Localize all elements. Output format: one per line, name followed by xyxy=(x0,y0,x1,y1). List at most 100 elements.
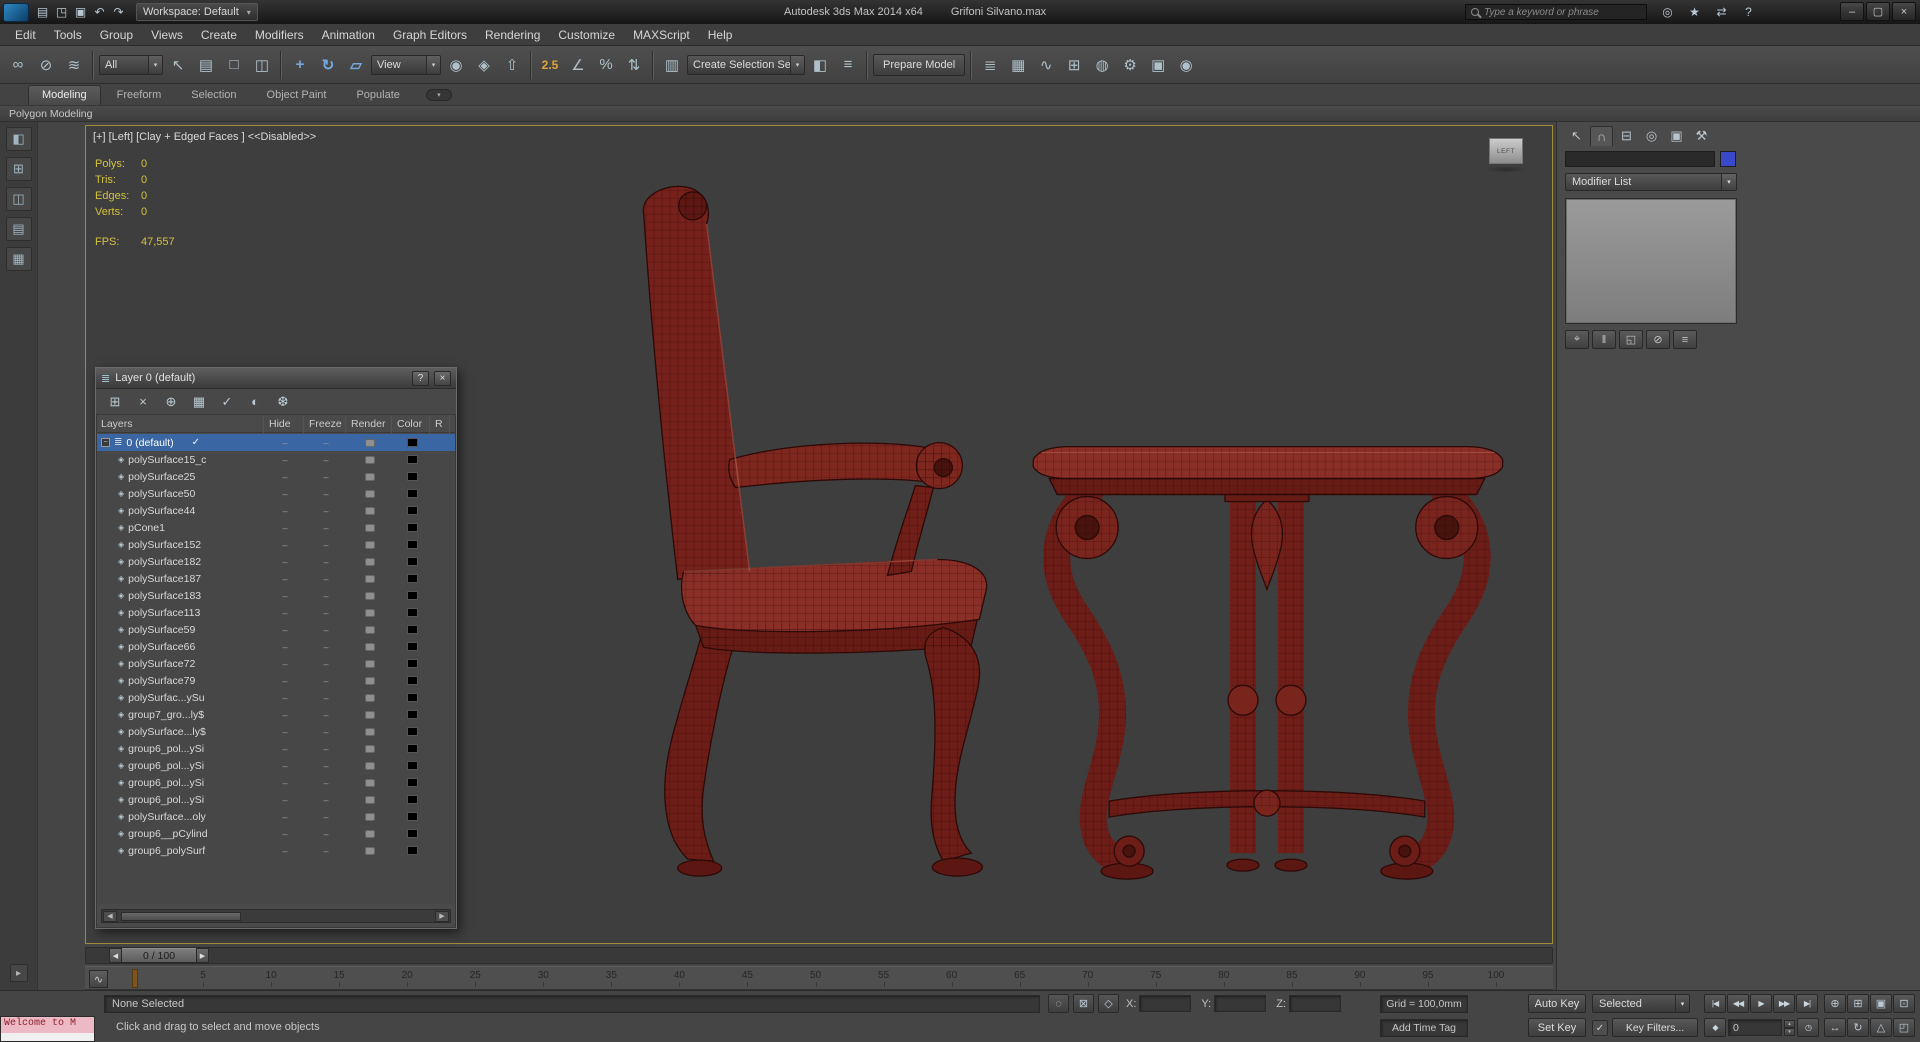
freeze-cell[interactable]: – xyxy=(305,523,347,533)
unlink-selection-icon[interactable]: ⊘ xyxy=(33,52,59,78)
hide-cell[interactable]: – xyxy=(265,693,305,703)
previous-frame-arrow-icon[interactable]: ◀ xyxy=(109,948,122,963)
edit-named-sets-icon[interactable]: ▥ xyxy=(659,52,685,78)
render-cell[interactable] xyxy=(347,778,393,787)
expand-icon[interactable]: − xyxy=(101,438,110,447)
render-cell[interactable] xyxy=(347,744,393,753)
column-header-r[interactable]: R xyxy=(430,414,450,433)
color-cell[interactable] xyxy=(393,574,431,583)
render-cell[interactable] xyxy=(347,455,393,464)
keyboard-override-icon[interactable]: ⇧ xyxy=(499,52,525,78)
hide-cell[interactable]: – xyxy=(265,472,305,482)
dropdown-arrow-icon[interactable]: ▾ xyxy=(148,55,162,74)
freeze-cell[interactable]: – xyxy=(305,727,347,737)
menu-help[interactable]: Help xyxy=(699,25,742,45)
column-header-layers[interactable]: Layers xyxy=(96,414,264,433)
layer-row[interactable]: ◈ polySurface50– – xyxy=(97,485,455,502)
play-animation-icon[interactable]: ▶ xyxy=(1750,994,1772,1013)
freeze-cell[interactable]: – xyxy=(305,693,347,703)
favorites-icon[interactable]: ★ xyxy=(1685,2,1704,21)
freeze-cell[interactable]: – xyxy=(305,659,347,669)
hide-cell[interactable]: – xyxy=(265,591,305,601)
layer-row[interactable]: ◈ polySurfac...ySu – – xyxy=(97,689,455,706)
layer-row[interactable]: ◈ polySurface182– – xyxy=(97,553,455,570)
mini-curve-editor-icon[interactable]: ∿ xyxy=(89,970,108,988)
freeze-cell[interactable]: – xyxy=(305,591,347,601)
hide-cell[interactable]: – xyxy=(265,557,305,567)
layer-list[interactable]: − ≣ 0 (default) ✓ – – ◈ polySurface15_c – – ◈ polyS… xyxy=(97,434,455,904)
layer-row[interactable]: ◈ group6_polySurf – – xyxy=(97,842,455,859)
hide-cell[interactable]: – xyxy=(265,659,305,669)
3dsmax-logo-icon[interactable] xyxy=(3,2,29,22)
freeze-cell[interactable]: – xyxy=(305,455,347,465)
hide-cell[interactable]: – xyxy=(265,489,305,499)
hide-cell[interactable]: – xyxy=(265,744,305,754)
dropdown-arrow-icon[interactable]: ▾ xyxy=(1721,174,1736,190)
motion-tab-icon[interactable]: ◎ xyxy=(1640,126,1663,146)
hide-cell[interactable]: – xyxy=(265,455,305,465)
render-cell[interactable] xyxy=(347,523,393,532)
time-slider-value[interactable]: 0 / 100 xyxy=(122,948,196,963)
color-cell[interactable] xyxy=(393,829,431,838)
layer-row[interactable]: ◈ polySurface113– – xyxy=(97,604,455,621)
zoom-extents-icon[interactable]: ▣ xyxy=(1870,994,1892,1013)
select-object-icon[interactable]: ↖ xyxy=(165,52,191,78)
hide-cell[interactable]: – xyxy=(265,625,305,635)
select-layer-objects-icon[interactable]: ▦ xyxy=(189,392,209,412)
layer-row[interactable]: ◈ polySurface187– – xyxy=(97,570,455,587)
ribbon-tab-selection[interactable]: Selection xyxy=(177,85,250,105)
hide-cell[interactable]: – xyxy=(265,676,305,686)
key-selection-dropdown[interactable]: Selected ▾ xyxy=(1592,994,1690,1013)
layer-row[interactable]: ◈ polySurface...ly$ – – xyxy=(97,723,455,740)
dropdown-arrow-icon[interactable]: ▾ xyxy=(1675,995,1689,1012)
freeze-cell[interactable]: – xyxy=(305,574,347,584)
layer-row[interactable]: ◈ group6_pol...ySi – – xyxy=(97,774,455,791)
render-cell[interactable] xyxy=(347,710,393,719)
close-button[interactable]: × xyxy=(1892,2,1916,21)
freeze-cell[interactable]: – xyxy=(305,608,347,618)
render-cell[interactable] xyxy=(347,829,393,838)
previous-frame-icon[interactable]: ◀◀ xyxy=(1727,994,1749,1013)
menu-rendering[interactable]: Rendering xyxy=(476,25,549,45)
create-tab-icon[interactable]: ↖ xyxy=(1565,126,1588,146)
freeze-cell[interactable]: – xyxy=(305,846,347,856)
bind-to-spacewarp-icon[interactable]: ≋ xyxy=(61,52,87,78)
render-setup-icon[interactable]: ⚙ xyxy=(1117,52,1143,78)
color-cell[interactable] xyxy=(393,846,431,855)
open-file-icon[interactable]: ◳ xyxy=(52,3,71,22)
add-time-tag[interactable]: Add Time Tag xyxy=(1380,1019,1468,1037)
fov-icon[interactable]: △ xyxy=(1870,1018,1892,1037)
current-frame-marker[interactable] xyxy=(132,969,138,988)
freeze-cell[interactable]: – xyxy=(305,642,347,652)
layer-row[interactable]: ◈ group7_gro...ly$ – – xyxy=(97,706,455,723)
dialog-titlebar[interactable]: ≣ Layer 0 (default) ? × xyxy=(96,368,456,389)
freeze-cell[interactable]: – xyxy=(305,778,347,788)
next-frame-arrow-icon[interactable]: ▶ xyxy=(196,948,209,963)
render-cell[interactable] xyxy=(347,642,393,651)
freeze-cell[interactable]: – xyxy=(305,489,347,499)
render-cell[interactable] xyxy=(347,693,393,702)
color-cell[interactable] xyxy=(393,795,431,804)
time-slider-track[interactable] xyxy=(85,947,1553,964)
hide-cell[interactable]: – xyxy=(265,574,305,584)
spinner-up-icon[interactable]: ▴ xyxy=(1784,1019,1795,1028)
layout-maximize-icon[interactable]: ▦ xyxy=(5,247,32,271)
schematic-view-icon[interactable]: ⊞ xyxy=(1061,52,1087,78)
polygon-modeling-panel[interactable]: Polygon Modeling xyxy=(0,106,1920,122)
layer-row[interactable]: ◈ group6__pCylind – – xyxy=(97,825,455,842)
layer-row[interactable]: ◈ polySurface183– – xyxy=(97,587,455,604)
horizontal-scrollbar[interactable]: ◀ ▶ xyxy=(101,909,451,923)
layer-row[interactable]: ◈ polySurface79– – xyxy=(97,672,455,689)
redo-icon[interactable]: ↷ xyxy=(109,3,128,22)
layer-row[interactable]: − ≣ 0 (default) ✓ – – xyxy=(97,434,455,451)
color-cell[interactable] xyxy=(393,591,431,600)
layer-row[interactable]: ◈ group6_pol...ySi – – xyxy=(97,740,455,757)
workspace-dropdown[interactable]: Workspace: Default ▾ xyxy=(136,3,258,21)
left-strip-expand-icon[interactable]: ▸ xyxy=(9,964,28,982)
ribbon-tab-freeform[interactable]: Freeform xyxy=(103,85,176,105)
rect-selection-region-icon[interactable]: □ xyxy=(221,52,247,78)
menu-maxscript[interactable]: MAXScript xyxy=(624,25,699,45)
render-cell[interactable] xyxy=(347,472,393,481)
communication-center-icon[interactable]: ◎ xyxy=(1658,2,1677,21)
layer-row[interactable]: ◈ polySurface...oly – – xyxy=(97,808,455,825)
